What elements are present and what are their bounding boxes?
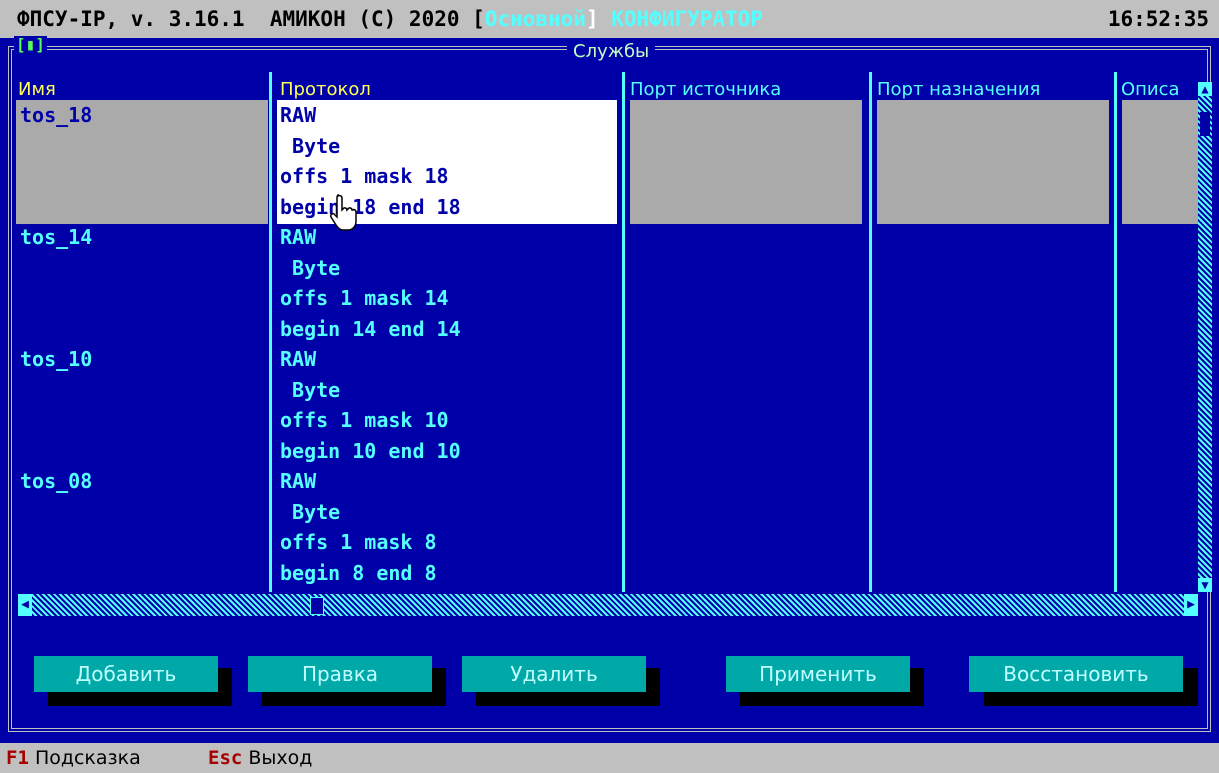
apply-button[interactable]: Применить: [726, 656, 910, 692]
header-src-port[interactable]: Порт источника: [630, 78, 866, 102]
column-divider: [269, 72, 272, 592]
window-title: Службы: [567, 42, 656, 62]
table-row-protocol[interactable]: RAW Byte offs 1 mask 14 begin 14 end 14: [280, 222, 610, 344]
protocol-line: RAW: [280, 347, 317, 371]
protocol-line: begin 14 end 14: [280, 316, 461, 341]
title-bar: ФПСУ-IP, v. 3.16.1 АМИКОН (C) 2020 [Осно…: [0, 0, 1219, 38]
esc-key: Esc: [208, 747, 243, 769]
f1-key: F1: [6, 747, 29, 769]
protocol-line: offs 1 mask 14: [280, 286, 449, 310]
scroll-right-icon[interactable]: ▶: [1184, 594, 1198, 616]
header-description[interactable]: Описа: [1121, 78, 1197, 102]
app-title: ФПСУ-IP, v. 3.16.1 АМИКОН (C) 2020 [: [17, 7, 485, 31]
delete-button[interactable]: Удалить: [462, 656, 646, 692]
column-divider: [622, 72, 625, 592]
protocol-line: RAW: [280, 469, 317, 493]
selected-row-src-bg: [630, 100, 862, 224]
add-button[interactable]: Добавить: [34, 656, 218, 692]
protocol-line: Byte: [280, 133, 341, 158]
help-hint[interactable]: F1 Подсказка: [6, 743, 141, 773]
help-label: Подсказка: [34, 747, 141, 769]
selected-row-desc-bg: [1122, 100, 1198, 224]
title-text: ФПСУ-IP, v. 3.16.1 АМИКОН (C) 2020 [Осно…: [17, 0, 763, 38]
horizontal-scrollbar[interactable]: [18, 594, 1198, 616]
vertical-scrollbar[interactable]: [1198, 82, 1212, 592]
exit-label: Выход: [248, 747, 313, 769]
vertical-scroll-thumb[interactable]: [1200, 112, 1210, 136]
header-dst-port[interactable]: Порт назначения: [877, 78, 1113, 102]
table-row-name[interactable]: tos_08: [20, 466, 92, 496]
section-label: КОНФИГУРАТОР: [611, 7, 763, 31]
protocol-line: Byte: [280, 255, 341, 280]
protocol-line: begin 8 end 8: [280, 560, 437, 585]
protocol-line: offs 1 mask 18: [280, 164, 449, 188]
clock: 16:52:35: [1107, 7, 1209, 31]
table-row-name[interactable]: tos_18: [20, 100, 92, 130]
selected-row-dst-bg: [877, 100, 1109, 224]
table-row-name[interactable]: tos_10: [20, 344, 92, 374]
status-bar: F1 Подсказка Esc Выход: [0, 743, 1219, 773]
protocol-line: RAW: [280, 103, 317, 127]
scroll-up-icon[interactable]: ▲: [1198, 82, 1212, 96]
column-divider: [1114, 72, 1117, 592]
protocol-line: offs 1 mask 8: [280, 530, 437, 554]
protocol-line: Byte: [280, 499, 341, 524]
mode-label: Основной: [484, 7, 586, 31]
table-row-protocol[interactable]: RAW Byte offs 1 mask 8 begin 8 end 8: [280, 466, 610, 588]
restore-button[interactable]: Восстановить: [969, 656, 1183, 692]
header-protocol[interactable]: Протокол: [280, 78, 610, 102]
table-row-protocol[interactable]: RAW Byte offs 1 mask 10 begin 10 end 10: [280, 344, 610, 466]
scroll-left-icon[interactable]: ◀: [18, 594, 32, 616]
scroll-down-icon[interactable]: ▼: [1198, 578, 1212, 592]
table-row-name[interactable]: tos_14: [20, 222, 92, 252]
protocol-line: begin 10 end 10: [280, 438, 461, 463]
header-name[interactable]: Имя: [18, 78, 258, 102]
hand-cursor-icon: [330, 194, 357, 231]
edit-button[interactable]: Правка: [248, 656, 432, 692]
window-close-button[interactable]: [▮]: [14, 36, 47, 54]
exit-hint[interactable]: Esc Выход: [208, 743, 312, 773]
protocol-line: Byte: [280, 377, 341, 402]
protocol-line: offs 1 mask 10: [280, 408, 449, 432]
bracket-close: ]: [585, 7, 612, 31]
column-divider: [869, 72, 872, 592]
horizontal-scroll-thumb[interactable]: [310, 597, 324, 615]
